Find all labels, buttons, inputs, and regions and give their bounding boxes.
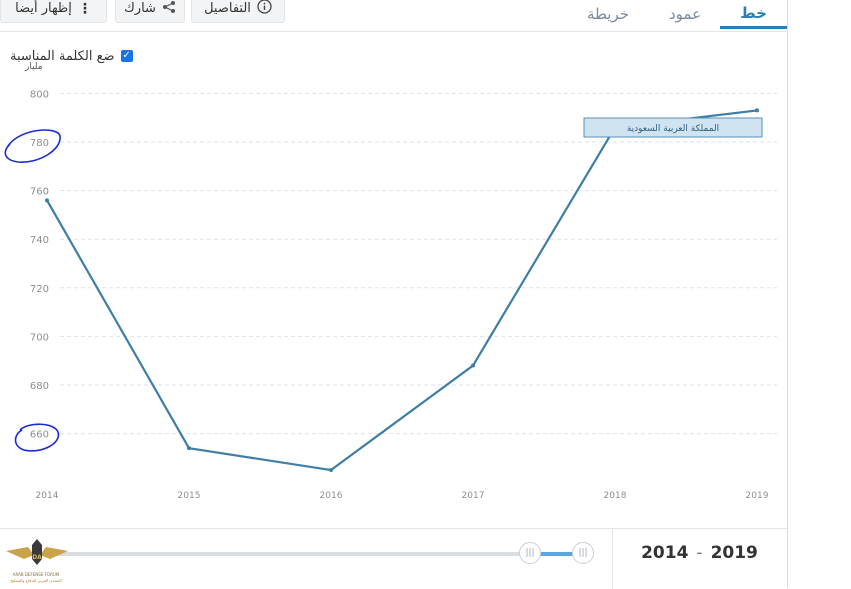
details-label: التفاصيل [204, 1, 251, 16]
x-tick-label: 2017 [462, 491, 485, 501]
tab-map-label: خريطة [586, 5, 630, 23]
data-point [755, 108, 759, 113]
line-chart: 660 680 700 720 740 760 780 800 2014 2015 2016 2017… [4, 89, 777, 501]
range-separator: - [696, 543, 703, 563]
series-checkbox[interactable]: ✓ [120, 50, 133, 62]
details-button[interactable]: التفاصيل [191, 0, 285, 23]
x-tick-label: 2014 [36, 491, 59, 501]
range-bar: ||| ||| 2014 - 2019 [0, 528, 787, 589]
tab-line[interactable]: خط [720, 0, 787, 29]
range-slider-fill [540, 552, 575, 556]
share-icon [162, 0, 176, 18]
svg-text:DA: DA [32, 554, 42, 561]
data-point [187, 446, 191, 451]
logo-text-en: ARAB DEFENSE FORUM [12, 572, 60, 577]
y-tick-label: 700 [30, 332, 49, 343]
y-tick-label: 720 [30, 284, 49, 295]
y-tick-label: 660 [30, 430, 49, 441]
y-tick-label: 740 [30, 235, 49, 246]
tab-map[interactable]: خريطة [573, 0, 643, 29]
range-label: 2014 - 2019 [612, 529, 787, 577]
y-tick-label: 780 [30, 138, 49, 149]
more-vertical-icon: ⋮ [77, 0, 92, 17]
y-tick-label: 760 [30, 187, 49, 198]
range-end-year: 2019 [710, 543, 758, 563]
share-label: شارك [124, 1, 156, 16]
series-line [46, 109, 758, 472]
range-end-handle[interactable]: ||| [572, 542, 594, 564]
x-tick-label: 2018 [604, 491, 627, 501]
tab-line-label: خط [740, 3, 767, 22]
y-tick-label: 680 [30, 381, 49, 392]
data-point [45, 198, 49, 203]
tab-column-label: عمود [668, 5, 702, 23]
range-start-year: 2014 [641, 543, 689, 563]
x-tick-label: 2015 [178, 491, 201, 501]
tab-column[interactable]: عمود [650, 0, 720, 29]
chart-panel: ⋮ إظهار أيضا شارك التفاصيل خريطة عمود خط… [0, 0, 788, 589]
data-point [329, 468, 333, 473]
range-slider-track[interactable] [20, 552, 520, 556]
top-toolbar: ⋮ إظهار أيضا شارك التفاصيل خريطة عمود خط [0, 0, 787, 32]
y-tick-label: 800 [30, 89, 49, 100]
data-point [471, 363, 475, 368]
logo-text-ar: المنتدى العربي للدفاع والتسليح [10, 578, 62, 583]
info-icon [257, 0, 272, 18]
share-button[interactable]: شارك [115, 0, 185, 23]
show-more-button[interactable]: ⋮ إظهار أيضا [0, 0, 107, 23]
x-tick-label: 2016 [320, 491, 343, 501]
x-tick-label: 2019 [746, 491, 769, 501]
show-more-label: إظهار أيضا [15, 1, 72, 16]
series-label: المملكة العربية السعودية [627, 124, 719, 134]
range-start-handle[interactable]: ||| [519, 542, 541, 564]
